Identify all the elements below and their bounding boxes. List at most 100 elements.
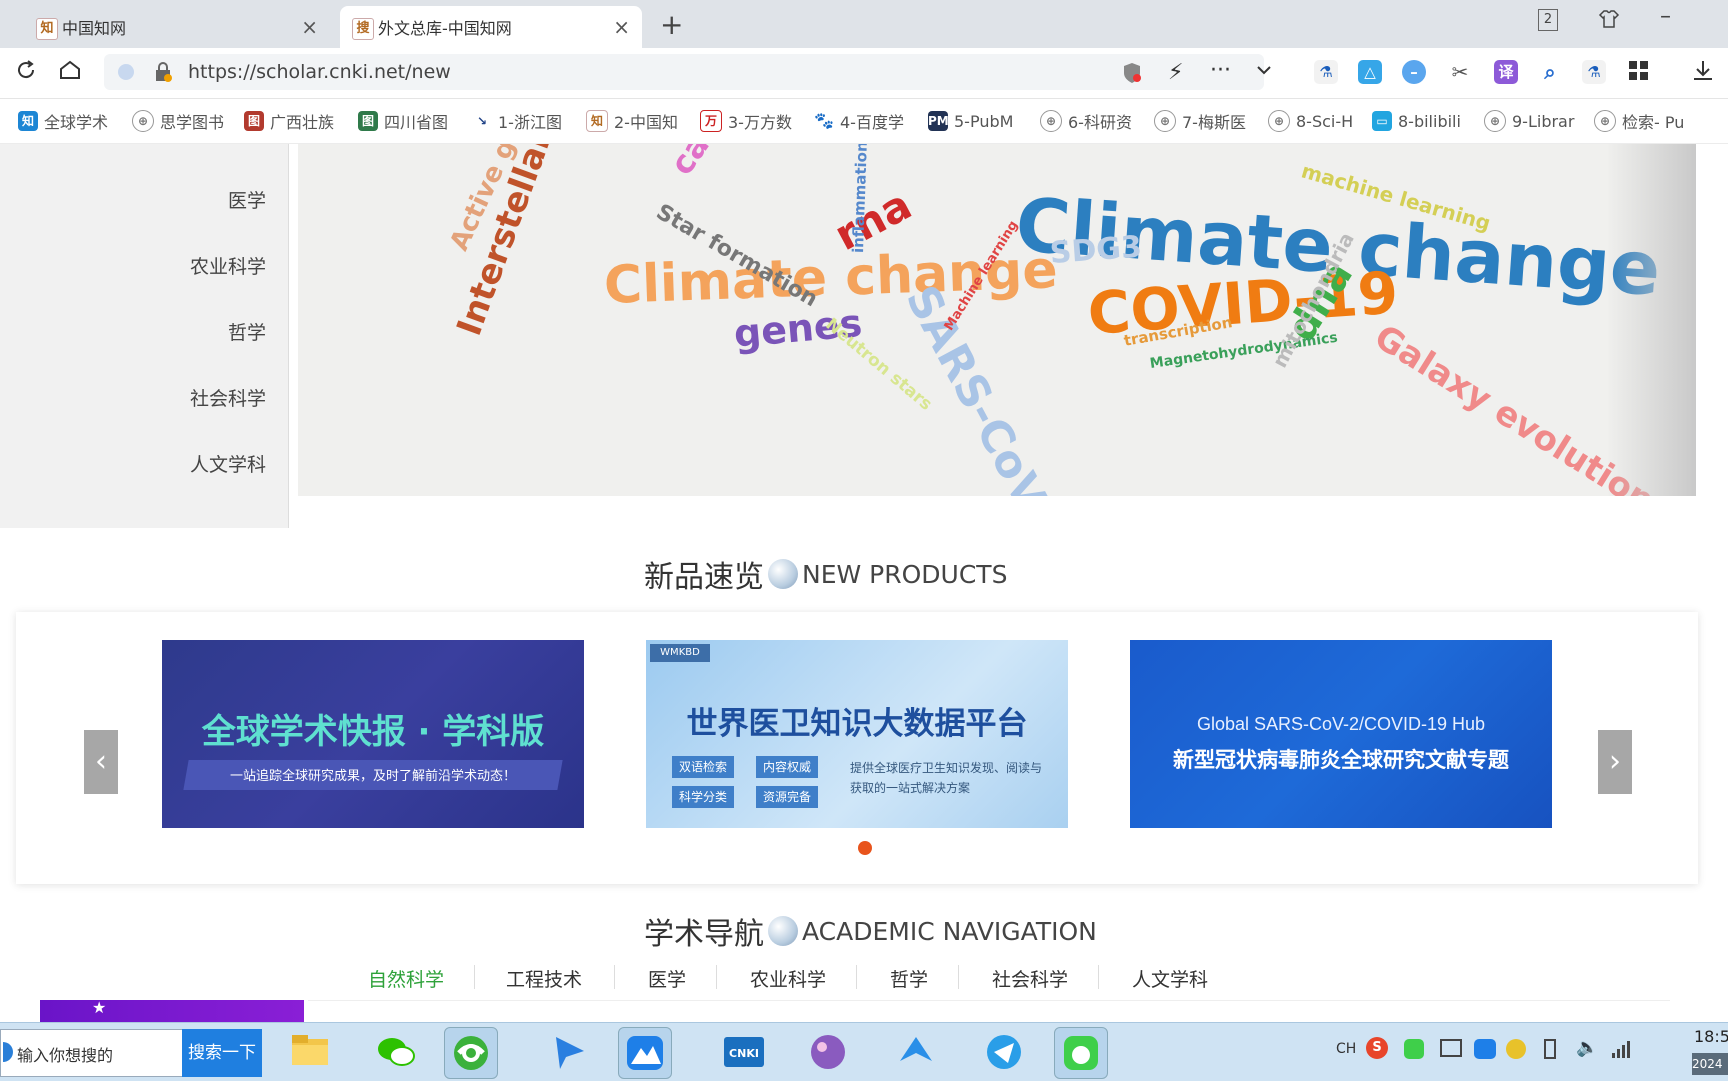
bookmark-item[interactable]: 图四川省图: [358, 109, 448, 133]
monitor-icon[interactable]: [1440, 1039, 1462, 1057]
star-icon: ★: [92, 998, 107, 1017]
sidebar-item-social-science[interactable]: 社会科学: [190, 384, 266, 411]
tab-count-badge[interactable]: 2: [1538, 9, 1558, 31]
cnki-icon: 知: [18, 111, 38, 131]
clock-time[interactable]: 18:5: [1694, 1027, 1728, 1046]
wanfang-icon: 万: [700, 110, 722, 132]
shirt-icon[interactable]: [1598, 8, 1620, 35]
apps-grid-icon[interactable]: [1628, 60, 1650, 86]
site-info-icon[interactable]: [118, 64, 134, 80]
tab-medicine[interactable]: 医学: [648, 965, 686, 992]
tab-natural-science[interactable]: 自然科学: [368, 965, 444, 992]
volume-icon[interactable]: 🔈: [1576, 1037, 1598, 1058]
bookmark-item[interactable]: PM 5-PubM: [928, 109, 1013, 133]
mountain-app-icon[interactable]: [618, 1027, 672, 1079]
bookmark-item[interactable]: 知全球学术: [18, 109, 108, 133]
carousel-dot-active[interactable]: [858, 841, 872, 855]
shield-icon[interactable]: [1122, 62, 1142, 88]
home-icon[interactable]: [58, 58, 82, 88]
bookmark-item[interactable]: ⊕ 检索- Pu: [1594, 109, 1684, 133]
new-tab-button[interactable]: +: [660, 8, 683, 41]
bookmark-item[interactable]: 图广西壮族: [244, 109, 334, 133]
battery-icon[interactable]: [1544, 1039, 1556, 1059]
cnki-app-icon[interactable]: CNKI: [718, 1027, 770, 1077]
product-card-global-academic-express[interactable]: 全球学术快报 · 学科版 一站追踪全球研究成果，及时了解前沿学术动态！: [162, 640, 584, 828]
wechat-tray-icon[interactable]: [1404, 1039, 1424, 1059]
bookmark-item[interactable]: ▭ 8-bilibili: [1372, 109, 1461, 133]
sidebar-item-philosophy[interactable]: 哲学: [228, 318, 266, 345]
tab-humanities[interactable]: 人文学科: [1132, 965, 1208, 992]
bookmark-item[interactable]: 万 3-万方数: [700, 109, 792, 133]
sidebar-item-humanities[interactable]: 人文学科: [190, 450, 266, 477]
close-tab-icon[interactable]: ×: [613, 15, 630, 39]
bookmark-item[interactable]: ⊕ 9-Librar: [1484, 109, 1574, 133]
tab-cnki[interactable]: 知 中国知网 ×: [24, 6, 330, 48]
product-card-covid-hub[interactable]: Global SARS-CoV-2/COVID-19 Hub 新型冠状病毒肺炎全…: [1130, 640, 1552, 828]
bookmark-item[interactable]: ⊕ 8-Sci-H: [1268, 109, 1353, 133]
tab-title: 中国知网: [62, 19, 127, 38]
chevron-down-icon[interactable]: [1254, 60, 1274, 84]
tab-engineering[interactable]: 工程技术: [506, 965, 582, 992]
word-cloud-banner[interactable]: Climate change Climate change COVID-19 S…: [298, 144, 1696, 496]
scissors-icon[interactable]: ✂: [1448, 60, 1472, 84]
bookmark-item[interactable]: 知 2-中国知: [586, 109, 678, 133]
tab-social-science[interactable]: 社会科学: [992, 965, 1068, 992]
taskbar-search-button[interactable]: 搜索一下: [182, 1029, 262, 1077]
sidebar-item-medicine[interactable]: 医学: [228, 186, 266, 213]
close-tab-icon[interactable]: ×: [301, 15, 318, 39]
triangle-icon[interactable]: △: [1358, 60, 1382, 84]
carousel-next-button[interactable]: ›: [1598, 730, 1632, 794]
carousel-prev-button[interactable]: ‹: [84, 730, 118, 794]
search-icon[interactable]: ⌕: [1538, 60, 1562, 84]
sidebar-item-agriculture[interactable]: 农业科学: [190, 252, 266, 279]
bookmark-item[interactable]: ⊕ 6-科研资: [1040, 109, 1132, 133]
download-icon[interactable]: [1690, 58, 1716, 88]
sogou-icon[interactable]: S: [1366, 1037, 1388, 1059]
tab-foreign-library[interactable]: 搜 外文总库-中国知网 ×: [340, 6, 642, 48]
purple-app-icon[interactable]: [802, 1027, 854, 1077]
url-text[interactable]: https://scholar.cnki.net/new: [188, 61, 451, 83]
network-signal-icon[interactable]: [1610, 1037, 1632, 1063]
clock-date[interactable]: 2024: [1692, 1053, 1728, 1075]
paper-plane-icon[interactable]: [978, 1027, 1030, 1077]
lightning-icon[interactable]: ⚡: [1168, 60, 1183, 85]
taskbar-search-input[interactable]: 输入你想搜的: [0, 1029, 184, 1077]
banner-word: SARS-CoV-2: [895, 277, 1078, 496]
bookmark-label: 8-Sci-H: [1296, 111, 1354, 131]
bookmark-item[interactable]: ⊕ 7-梅斯医: [1154, 109, 1246, 133]
card-title: 全球学术快报 · 学科版: [201, 712, 545, 752]
lock-icon[interactable]: [154, 62, 172, 86]
minimize-icon[interactable]: –: [1660, 4, 1671, 29]
minus-circle-icon[interactable]: –: [1402, 60, 1426, 84]
search-logo-icon: [3, 1042, 13, 1062]
bookmark-item[interactable]: ⊕ 思学图书: [132, 109, 224, 133]
address-bar[interactable]: https://scholar.cnki.net/new ⚡ ···: [104, 54, 1271, 90]
bookmark-label: 四川省图: [384, 113, 449, 132]
green-cat-app-icon[interactable]: [1054, 1027, 1108, 1079]
browser-360-icon[interactable]: [444, 1027, 498, 1079]
card-title-en: Global SARS-CoV-2/COVID-19 Hub: [1196, 714, 1486, 734]
bookmark-label: 1-浙江图: [498, 113, 562, 132]
tab-agriculture[interactable]: 农业科学: [750, 965, 826, 992]
feishu-icon[interactable]: [544, 1027, 596, 1077]
bird-app-icon[interactable]: [890, 1027, 942, 1077]
file-explorer-icon[interactable]: [284, 1027, 336, 1077]
more-icon[interactable]: ···: [1210, 58, 1231, 83]
banner-word: cancer: [662, 144, 762, 182]
tab-philosophy[interactable]: 哲学: [890, 965, 928, 992]
flask-icon[interactable]: ⚗: [1314, 60, 1338, 84]
new-products-carousel: ‹ 全球学术快报 · 学科版 一站追踪全球研究成果，及时了解前沿学术动态！ WM…: [16, 612, 1698, 884]
input-language-indicator[interactable]: CH: [1336, 1041, 1356, 1057]
mountain-tray-icon[interactable]: [1474, 1039, 1496, 1059]
bookmark-item[interactable]: ↘ 1-浙江图: [472, 109, 562, 133]
translate-icon[interactable]: 译: [1494, 60, 1518, 84]
promo-strip[interactable]: ★: [40, 998, 304, 1022]
plus-circle-icon[interactable]: [1506, 1039, 1526, 1059]
flask-icon[interactable]: ⚗: [1582, 60, 1606, 84]
bookmark-item[interactable]: 🐾 4-百度学: [814, 109, 904, 133]
product-card-medical-platform[interactable]: WMKBD 世界医卫知识大数据平台 双语检索 内容权威 科学分类 资源完备 提供…: [646, 640, 1068, 828]
card-title-cn: 新型冠状病毒肺炎全球研究文献专题: [1173, 748, 1509, 772]
reload-icon[interactable]: [14, 58, 38, 88]
wechat-icon[interactable]: [370, 1027, 422, 1077]
bookmark-label: 全球学术: [44, 113, 109, 132]
